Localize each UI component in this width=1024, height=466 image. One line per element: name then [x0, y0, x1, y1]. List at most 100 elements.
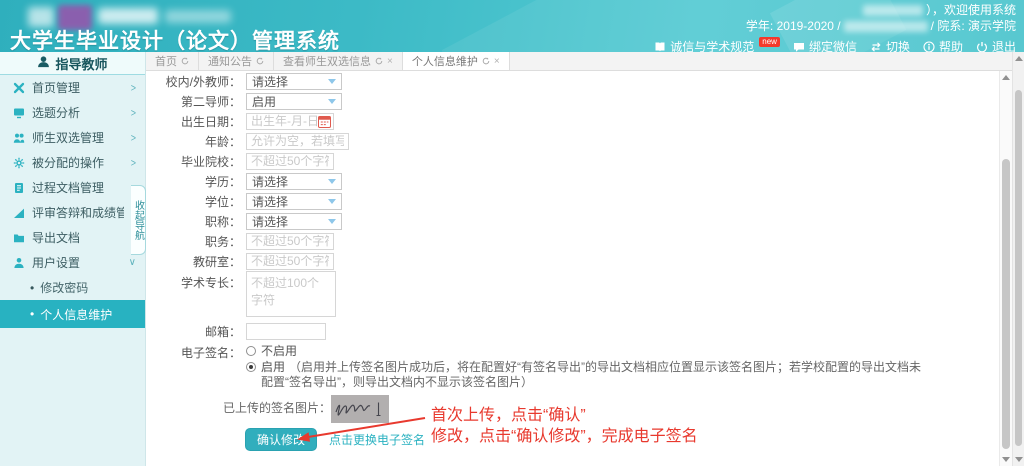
sidebar-item-topic-analysis[interactable]: 选题分析> — [0, 100, 145, 125]
sidebar-subitem-change-password[interactable]: • 修改密码 — [0, 275, 145, 300]
welcome-line: ），欢迎使用系统 — [654, 2, 1016, 18]
analysis-icon — [13, 107, 25, 119]
teacher-type-select[interactable]: 请选择 — [246, 73, 342, 90]
refresh-icon[interactable] — [375, 57, 383, 65]
switch-account-link[interactable]: 切换 — [870, 38, 910, 52]
esign-disable-radio[interactable] — [246, 346, 256, 356]
prof-title-select[interactable]: 请选择 — [246, 213, 342, 230]
esign-enable-label: 启用 — [261, 360, 285, 374]
term-line: 学年: 2019-2020 / / 院系: 演示学院 — [654, 18, 1016, 34]
teach-office-input[interactable] — [246, 253, 334, 270]
field-label: 教研室： — [146, 253, 246, 270]
sidebar-item-assigned-operations[interactable]: 被分配的操作> — [0, 150, 145, 175]
sidebar-role-header: 指导教师 — [0, 52, 145, 75]
chevron-right-icon: > — [131, 157, 136, 169]
field-label: 学术专长： — [146, 271, 246, 291]
redacted-school-name — [165, 10, 231, 23]
duty-input[interactable] — [246, 233, 334, 250]
annotation-arrow — [296, 415, 436, 447]
chevron-down-icon — [328, 179, 336, 184]
field-label: 校内/外教师： — [146, 73, 246, 90]
form-row: 教研室： — [146, 251, 999, 271]
grad-school-input[interactable] — [246, 153, 334, 170]
close-icon[interactable]: × — [494, 56, 500, 67]
chevron-right-icon: > — [131, 107, 136, 119]
scrollbar-thumb[interactable] — [1015, 90, 1022, 446]
annotation-line1: 首次上传，点击“确认” — [431, 405, 698, 426]
sidebar-role-label: 指导教师 — [55, 54, 107, 73]
refresh-icon[interactable] — [181, 57, 189, 65]
tab-notices[interactable]: 通知公告 — [199, 52, 274, 70]
sidebar-item-process-documents[interactable]: 过程文档管理> — [0, 175, 145, 200]
field-label: 职称： — [146, 213, 246, 230]
email-input[interactable] — [246, 323, 326, 340]
term-text: 学年: 2019-2020 / — [746, 19, 841, 33]
redacted-username — [863, 5, 923, 16]
uploaded-signature-label: 已上传的签名图片： — [146, 399, 331, 416]
integrity-norms-link[interactable]: 诚信与学术规范 new — [654, 38, 780, 52]
field-label: 年龄： — [146, 133, 246, 150]
personal-info-form: 校内/外教师： 请选择 第二导师： 启用 出生日期： 年龄： — [146, 71, 999, 466]
sidebar-item-review-defense-grades[interactable]: 评审答辩和成绩管理> — [0, 200, 145, 225]
close-icon[interactable]: × — [387, 56, 393, 67]
sidebar-subitem-personal-info[interactable]: • 个人信息维护 — [0, 300, 145, 328]
specialty-textarea[interactable] — [246, 271, 336, 317]
scroll-up-arrow[interactable] — [1002, 75, 1010, 80]
app-window: 大学生毕业设计（论文）管理系统 ），欢迎使用系统 学年: 2019-2020 /… — [0, 0, 1024, 466]
chevron-right-icon: > — [131, 132, 136, 144]
tab-mutual-selection-info[interactable]: 查看师生双选信息 × — [274, 52, 403, 70]
logout-link[interactable]: 退出 — [976, 38, 1016, 52]
tab-personal-info[interactable]: 个人信息维护 × — [403, 52, 510, 70]
esign-enable-note: （启用并上传签名图片成功后，将在配置好“有签名导出”的导出文档相应位置显示该签名… — [261, 360, 921, 389]
form-row: 年龄： — [146, 131, 999, 151]
sidebar-item-home-management[interactable]: 首页管理> — [0, 75, 145, 100]
header-user-area: ），欢迎使用系统 学年: 2019-2020 / / 院系: 演示学院 诚信与学术… — [654, 2, 1016, 52]
bullet-icon: • — [30, 307, 34, 321]
tools-icon — [13, 82, 25, 94]
switch-icon — [870, 41, 882, 53]
field-label: 电子签名： — [146, 343, 246, 361]
chevron-down-icon — [328, 219, 336, 224]
sidebar-item-user-settings[interactable]: 用户设置∨ — [0, 250, 145, 275]
top-header: 大学生毕业设计（论文）管理系统 ），欢迎使用系统 学年: 2019-2020 /… — [0, 0, 1024, 52]
scroll-down-arrow[interactable] — [1015, 457, 1023, 462]
user-role-icon — [37, 55, 50, 71]
bullet-icon: • — [30, 281, 34, 295]
scroll-down-arrow[interactable] — [1002, 457, 1010, 462]
second-advisor-select[interactable]: 启用 — [246, 93, 342, 110]
form-row: 职称： 请选择 — [146, 211, 999, 231]
chevron-down-icon — [328, 79, 336, 84]
bind-wechat-link[interactable]: 绑定微信 — [793, 38, 857, 52]
scroll-up-arrow[interactable] — [1015, 56, 1023, 61]
sidebar-item-mutual-selection[interactable]: 师生双选管理> — [0, 125, 145, 150]
form-row: 学位： 请选择 — [146, 191, 999, 211]
power-icon — [976, 41, 988, 53]
help-link[interactable]: 帮助 — [923, 38, 963, 52]
education-select[interactable]: 请选择 — [246, 173, 342, 190]
chevron-right-icon: > — [131, 82, 136, 94]
wechat-icon — [793, 41, 805, 53]
esign-enable-radio[interactable] — [246, 362, 256, 372]
calendar-icon[interactable] — [318, 115, 331, 133]
new-badge: new — [759, 37, 780, 47]
collapse-nav-handle[interactable]: 收起导航 — [131, 185, 146, 255]
field-label: 学历： — [146, 173, 246, 190]
redacted-school-name — [98, 8, 158, 24]
page-scrollbar[interactable] — [1012, 52, 1024, 466]
department-text: / 院系: 演示学院 — [931, 19, 1016, 33]
field-label: 邮箱： — [146, 323, 246, 340]
scrollbar-thumb[interactable] — [1002, 159, 1010, 449]
chevron-down-icon — [328, 99, 336, 104]
form-row: 职务： — [146, 231, 999, 251]
gear-icon — [13, 157, 25, 169]
tab-home[interactable]: 首页 — [146, 52, 199, 70]
help-icon — [923, 41, 935, 53]
age-input[interactable] — [246, 133, 349, 150]
sidebar-item-export-documents[interactable]: 导出文档> — [0, 225, 145, 250]
degree-select[interactable]: 请选择 — [246, 193, 342, 210]
refresh-icon[interactable] — [482, 57, 490, 65]
content-scrollbar[interactable] — [999, 71, 1012, 466]
refresh-icon[interactable] — [256, 57, 264, 65]
people-icon — [13, 132, 25, 144]
form-row: 学术专长： — [146, 271, 999, 321]
